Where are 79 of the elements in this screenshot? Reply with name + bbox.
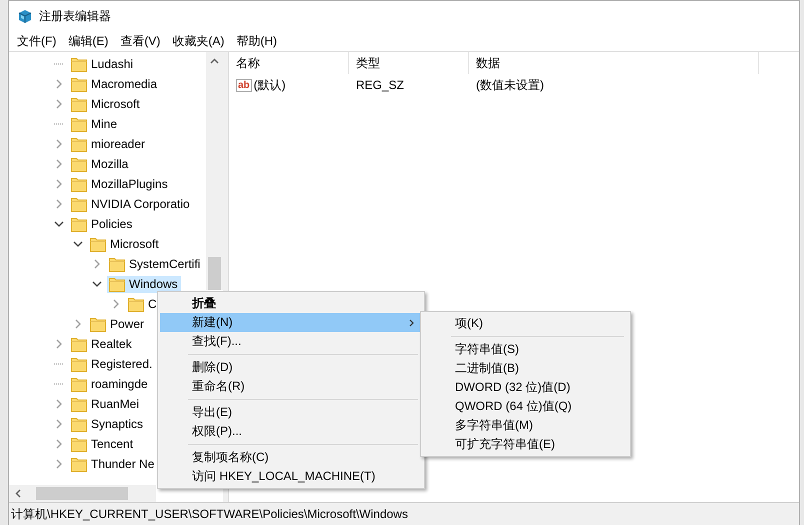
menu-bar-item[interactable]: 查看(V) bbox=[114, 32, 166, 50]
tree-item[interactable]: mioreader bbox=[69, 136, 148, 152]
folder-icon bbox=[90, 316, 106, 332]
scrollbar-thumb[interactable] bbox=[36, 487, 128, 500]
folder-icon bbox=[71, 76, 87, 92]
column-header[interactable]: 名称 bbox=[229, 52, 349, 74]
folder-icon bbox=[71, 456, 87, 472]
menu-item[interactable]: 删除(D) bbox=[160, 358, 422, 377]
tree-item[interactable]: Mozilla bbox=[69, 156, 132, 172]
folder-icon bbox=[128, 296, 144, 312]
folder-icon bbox=[109, 256, 125, 272]
menu-item[interactable]: 可扩充字符串值(E) bbox=[423, 435, 628, 454]
folder-icon bbox=[71, 336, 87, 352]
app-icon bbox=[17, 8, 33, 24]
tree-item[interactable]: Realtek bbox=[69, 336, 135, 352]
column-header[interactable]: 类型 bbox=[349, 52, 469, 74]
folder-icon bbox=[71, 216, 87, 232]
menu-item[interactable]: 导出(E) bbox=[160, 403, 422, 422]
folder-icon bbox=[71, 116, 87, 132]
folder-icon bbox=[71, 396, 87, 412]
tree-item[interactable]: Thunder Ne bbox=[69, 456, 158, 472]
tree-item[interactable]: MozillaPlugins bbox=[69, 176, 171, 192]
menu-item[interactable]: DWORD (32 位)值(D) bbox=[423, 378, 628, 397]
tree-item[interactable]: C bbox=[126, 296, 160, 312]
scrollbar-thumb[interactable] bbox=[208, 257, 221, 290]
menu-item[interactable]: QWORD (64 位)值(Q) bbox=[423, 397, 628, 416]
tree-item[interactable]: SystemCertifi bbox=[107, 256, 204, 272]
folder-icon bbox=[71, 56, 87, 72]
tree-item[interactable]: NVIDIA Corporatio bbox=[69, 196, 193, 212]
tree-item[interactable]: Policies bbox=[69, 216, 136, 232]
folder-icon bbox=[90, 236, 106, 252]
tree-item[interactable]: Synaptics bbox=[69, 416, 146, 432]
folder-icon bbox=[71, 376, 87, 392]
tree-item[interactable]: Mine bbox=[69, 116, 120, 132]
folder-icon bbox=[71, 176, 87, 192]
menu-item[interactable]: 多字符串值(M) bbox=[423, 416, 628, 435]
tree-item[interactable]: Macromedia bbox=[69, 76, 160, 92]
tree-item[interactable]: roamingde bbox=[69, 376, 151, 392]
folder-icon bbox=[109, 276, 125, 292]
menu-bar-item[interactable]: 收藏夹(A) bbox=[166, 32, 230, 50]
tree-item[interactable]: Power bbox=[88, 316, 148, 332]
menu-bar-item[interactable]: 文件(F) bbox=[11, 32, 62, 50]
tree-item[interactable]: Tencent bbox=[69, 436, 136, 452]
menu-item[interactable]: 重命名(R) bbox=[160, 377, 422, 396]
scroll-up-icon[interactable] bbox=[210, 58, 219, 64]
value-type: REG_SZ bbox=[355, 78, 406, 92]
value-data: (数值未设置) bbox=[475, 76, 545, 94]
folder-icon bbox=[71, 196, 87, 212]
vertical-scrollbar[interactable] bbox=[206, 52, 223, 290]
menu-item[interactable]: 新建(N) bbox=[160, 313, 422, 332]
tree-item[interactable]: Microsoft bbox=[88, 236, 162, 252]
window-title: 注册表编辑器 bbox=[39, 8, 111, 24]
tree-item[interactable]: Microsoft bbox=[69, 96, 143, 112]
value-name[interactable]: (默认) bbox=[254, 76, 286, 94]
folder-icon bbox=[71, 356, 87, 372]
menu-item[interactable]: 字符串值(S) bbox=[423, 340, 628, 359]
tree-item[interactable]: Registered. bbox=[69, 356, 156, 372]
folder-icon bbox=[71, 416, 87, 432]
horizontal-scrollbar[interactable] bbox=[9, 485, 156, 502]
folder-icon bbox=[71, 156, 87, 172]
string-value-icon: ab bbox=[236, 78, 252, 92]
tree-item[interactable]: RuanMei bbox=[69, 396, 142, 412]
menu-item[interactable]: 折叠 bbox=[160, 294, 422, 313]
tree-item[interactable]: Ludashi bbox=[69, 56, 136, 72]
tree-item[interactable]: Windows bbox=[107, 276, 181, 292]
menu-item[interactable]: 二进制值(B) bbox=[423, 359, 628, 378]
folder-icon bbox=[71, 136, 87, 152]
menu-bar-item[interactable]: 编辑(E) bbox=[62, 32, 114, 50]
status-bar: 计算机\HKEY_CURRENT_USER\SOFTWARE\Policies\Microsoft\Windows bbox=[9, 502, 799, 525]
folder-icon bbox=[71, 96, 87, 112]
menu-item[interactable]: 查找(F)... bbox=[160, 332, 422, 351]
column-header[interactable]: 数据 bbox=[469, 52, 759, 74]
menu-item[interactable]: 权限(P)... bbox=[160, 422, 422, 441]
menu-item[interactable]: 访问 HKEY_LOCAL_MACHINE(T) bbox=[160, 467, 422, 486]
scroll-left-icon[interactable] bbox=[15, 489, 21, 498]
menu-bar-item[interactable]: 帮助(H) bbox=[230, 32, 283, 50]
folder-icon bbox=[71, 436, 87, 452]
menu-item[interactable]: 项(K) bbox=[423, 314, 628, 333]
menu-item[interactable]: 复制项名称(C) bbox=[160, 448, 422, 467]
